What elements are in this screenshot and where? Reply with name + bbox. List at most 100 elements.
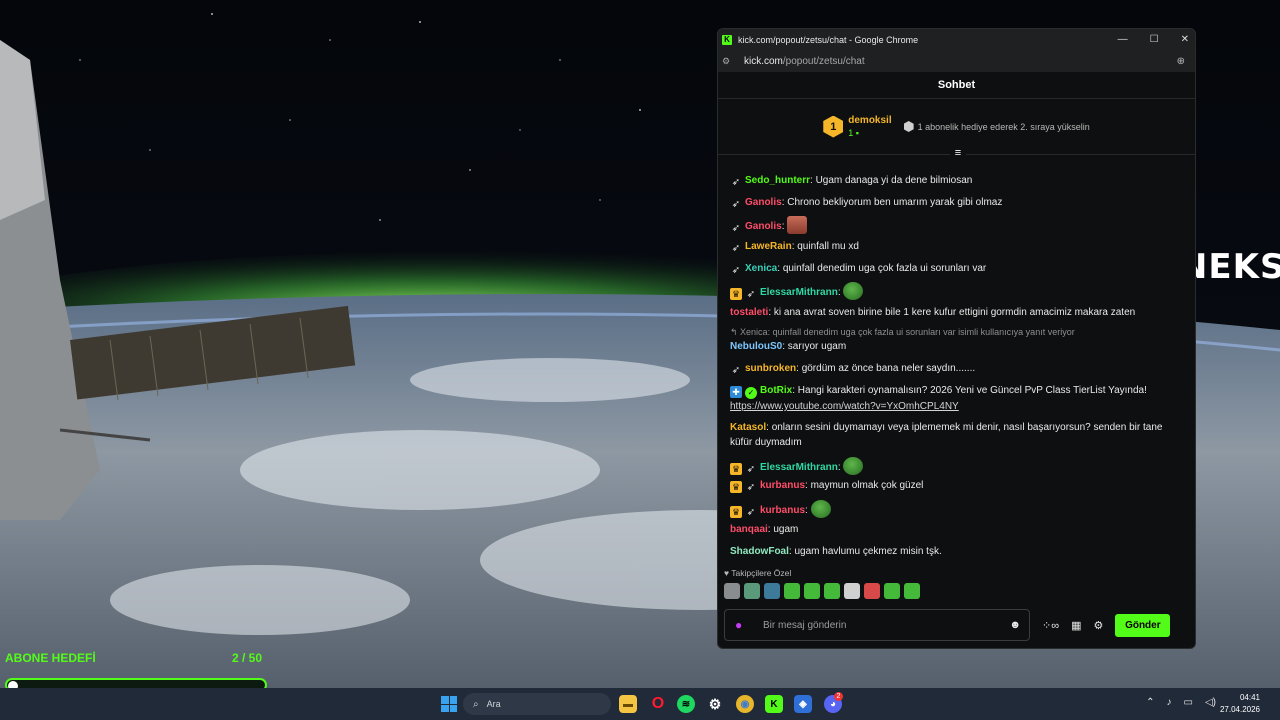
chrome-popup-window: K kick.com/popout/zetsu/chat - Google Ch… <box>717 28 1196 649</box>
taskbar-search[interactable]: ⌕ Ara <box>463 693 611 715</box>
chat-username[interactable]: Ganolis <box>745 221 782 232</box>
url-host: kick.com <box>744 55 783 67</box>
emoji-icon[interactable]: ☻ <box>1009 619 1021 631</box>
chat-username[interactable]: sunbroken <box>745 363 796 374</box>
chat-text: onların sesini duymamayı veya iplememek … <box>730 422 1163 448</box>
emote-button[interactable] <box>864 583 880 599</box>
chat-message: ShadowFoal: ugam havlumu çekmez misin tş… <box>730 546 942 557</box>
chat-link[interactable]: https://www.youtube.com/watch?v=YxOmhCPL… <box>730 401 959 412</box>
emote-image <box>787 216 808 234</box>
emote-image <box>843 457 864 475</box>
opera-icon[interactable]: O <box>649 695 667 713</box>
reply-context[interactable]: ↰ Xenica: quinfall denedim uga çok fazla… <box>730 325 1182 340</box>
chat-message: ➶ Ganolis: Chrono bekliyorum ben umarım y… <box>731 197 1003 210</box>
url-path: /popout/zetsu/chat <box>782 55 865 67</box>
chat-message: ➶ Sedo_hunterr: Ugam danaga yi da dene bi… <box>731 175 973 188</box>
microphone-icon[interactable]: ♪ <box>1167 697 1172 708</box>
chat-username[interactable]: BotRix <box>760 385 792 396</box>
chat-username[interactable]: Katasol <box>730 422 766 433</box>
microphone-icon[interactable]: ● <box>735 618 749 632</box>
chat-username[interactable]: tostaleti <box>730 307 768 318</box>
chat-input-box[interactable]: ● ☻ <box>724 609 1030 641</box>
chat-text: sarıyor ugam <box>787 341 847 352</box>
chat-input-row: ● ☻ ⁘∞ ▦ ⚙ Gönder <box>724 609 1190 641</box>
kick-app-icon[interactable]: K <box>765 695 783 713</box>
chat-text: Hangi karakteri oynamalısın? 2026 Yeni v… <box>797 385 1147 396</box>
volume-icon[interactable]: ◁) <box>1205 697 1216 708</box>
chat-message: NebulouS0: sarıyor ugam <box>730 341 847 352</box>
zoom-icon[interactable]: ⊕ <box>1177 56 1185 67</box>
emote-image <box>810 500 831 518</box>
chat-text: Ugam danaga yi da dene bilmiosan <box>815 175 973 186</box>
gift-leaderboard[interactable]: 1 demoksil 1 ▪ 1 abonelik hediye ederek … <box>718 99 1195 160</box>
kick-logo-icon: K <box>722 34 732 45</box>
chat-username[interactable]: kurbanus <box>760 480 805 491</box>
points-icon[interactable]: ⁘∞ <box>1042 619 1059 632</box>
chat-username[interactable]: ElessarMithrann <box>760 462 838 473</box>
chat-message: ➶ Xenica: quinfall denedim uga çok fazla … <box>731 263 987 276</box>
chat-username[interactable]: LaweRain <box>745 241 792 252</box>
site-settings-icon[interactable]: ⚙ <box>722 56 734 67</box>
emote-image <box>843 282 864 300</box>
windows-start-icon[interactable] <box>441 696 457 712</box>
chevron-up-icon[interactable]: ⌃ <box>1146 697 1154 708</box>
chat-text: quinfall denedim uga çok fazla ui sorunl… <box>782 263 987 274</box>
file-explorer-icon[interactable]: ▬ <box>619 695 637 713</box>
leader-gift-count: 1 ▪ <box>848 128 859 138</box>
clock-time: 04:41 <box>1239 693 1260 702</box>
rocket-icon: ➶ <box>746 482 756 493</box>
chat-username[interactable]: ElessarMithrann <box>760 287 838 298</box>
clock[interactable]: 04:41 27.04.2026 <box>1220 692 1260 716</box>
network-icon[interactable]: ▭ <box>1184 697 1193 708</box>
chat-messages: ➶ Sedo_hunterr: Ugam danaga yi da dene bi… <box>718 156 1195 566</box>
emote-button[interactable] <box>764 583 780 599</box>
message-input[interactable] <box>763 619 993 631</box>
clock-date: 27.04.2026 <box>1219 705 1260 714</box>
settings-gear-icon[interactable]: ⚙ <box>1093 619 1103 632</box>
emote-button[interactable] <box>824 583 840 599</box>
spotify-icon[interactable]: ≋ <box>677 695 695 713</box>
chat-header: Sohbet <box>718 72 1195 99</box>
chrome-icon[interactable]: ◉ <box>736 695 754 713</box>
maximize-icon[interactable]: ☐ <box>1150 34 1159 45</box>
emote-button[interactable] <box>784 583 800 599</box>
chat-message: ➶ sunbroken: gördüm az önce bana neler sa… <box>731 363 976 376</box>
window-titlebar[interactable]: K kick.com/popout/zetsu/chat - Google Ch… <box>718 29 1195 50</box>
chat-username[interactable]: kurbanus <box>760 505 805 516</box>
rocket-icon: ➶ <box>731 243 741 254</box>
search-icon: ⌕ <box>473 698 479 710</box>
minimize-icon[interactable]: — <box>1118 34 1128 45</box>
emote-button[interactable] <box>724 583 740 599</box>
emote-button[interactable] <box>884 583 900 599</box>
chat-username[interactable]: Sedo_hunterr <box>745 175 810 186</box>
emote-button[interactable] <box>804 583 820 599</box>
send-button[interactable]: Gönder <box>1115 613 1171 637</box>
subscriber-goal: ABONE HEDEFİ 2 / 50 <box>5 651 267 692</box>
obs-icon[interactable]: ⚙ <box>706 695 724 713</box>
chat-username[interactable]: Xenica <box>745 263 777 274</box>
emote-button[interactable] <box>904 583 920 599</box>
emote-button[interactable] <box>744 583 760 599</box>
rocket-icon: ➶ <box>731 265 741 276</box>
chat-username[interactable]: Ganolis <box>745 197 782 208</box>
chat-username[interactable]: ShadowFoal <box>730 546 789 557</box>
leader-name[interactable]: demoksil <box>848 115 891 126</box>
address-bar[interactable]: ⚙ kick.com/popout/zetsu/chat ⊕ <box>718 50 1195 72</box>
crown-icon: ♛ <box>730 506 742 518</box>
close-icon[interactable]: ✕ <box>1181 34 1189 45</box>
store-icon[interactable]: ▦ <box>1071 619 1081 632</box>
windows-taskbar: ⌕ Ara ▬ O ≋ ⚙ ◉ K ◈ ◕ 2 ⌃ ♪ ▭ ◁) 04:41 2… <box>0 688 1280 720</box>
emote-button[interactable] <box>844 583 860 599</box>
rocket-icon: ➶ <box>731 365 741 376</box>
chat-username[interactable]: banqaai <box>730 524 768 535</box>
emote-bar: ♥ Takipçilere Özel <box>724 568 1189 599</box>
rocket-icon: ➶ <box>731 223 741 234</box>
chat-message: ♛ ➶ kurbanus: maymun olmak çok güzel <box>730 480 924 493</box>
bot-icon: ✚ <box>730 386 742 398</box>
chat-text: maymun olmak çok güzel <box>810 480 924 491</box>
rocket-icon: ➶ <box>731 177 741 188</box>
chat-text: gördüm az önce bana neler saydın....... <box>801 363 976 374</box>
chat-username[interactable]: NebulouS0 <box>730 341 782 352</box>
leader-hint: 1 abonelik hediye ederek 2. sıraya yükse… <box>903 121 1090 132</box>
app-icon[interactable]: ◈ <box>794 695 812 713</box>
